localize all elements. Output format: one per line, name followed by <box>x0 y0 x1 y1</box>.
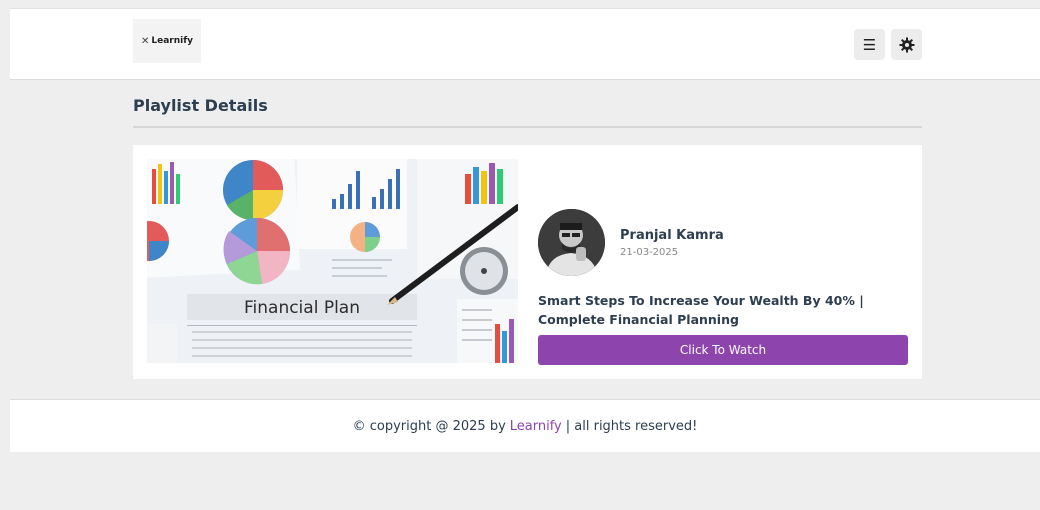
title-divider <box>133 126 922 128</box>
thumbnail-caption: Financial Plan <box>244 298 360 318</box>
logo-mark-icon: ✕ <box>140 35 150 47</box>
playlist-card: Financial Plan Pranjal Kamra 21-03-2025 … <box>133 145 922 379</box>
page-title: Playlist Details <box>133 96 268 115</box>
top-header: ✕ Learnify ☰ <box>10 8 1040 80</box>
menu-button[interactable]: ☰ <box>854 29 885 60</box>
footer-prefix: © copyright @ 2025 by <box>352 418 506 434</box>
menu-icon: ☰ <box>862 35 877 54</box>
publish-date: 21-03-2025 <box>620 247 679 258</box>
author-name: Pranjal Kamra <box>620 228 724 243</box>
settings-button[interactable] <box>891 29 922 60</box>
footer: © copyright @ 2025 by Learnify | all rig… <box>10 399 1040 452</box>
video-title: Smart Steps To Increase Your Wealth By 4… <box>538 293 864 327</box>
gear-icon <box>899 37 914 52</box>
footer-brand-link[interactable]: Learnify <box>510 419 562 434</box>
author-photo <box>538 209 605 276</box>
app-frame: ✕ Learnify ☰ Playlist Details Financial … <box>10 0 1040 510</box>
logo-text: Learnify <box>151 36 193 46</box>
click-to-watch-button[interactable]: Click To Watch <box>538 335 908 365</box>
thumbnail-image: Financial Plan <box>147 159 518 363</box>
logo[interactable]: ✕ Learnify <box>133 19 201 63</box>
footer-suffix: | all rights reserved! <box>565 418 698 434</box>
avatar[interactable] <box>538 209 605 276</box>
playlist-thumbnail[interactable]: Financial Plan <box>147 159 518 363</box>
